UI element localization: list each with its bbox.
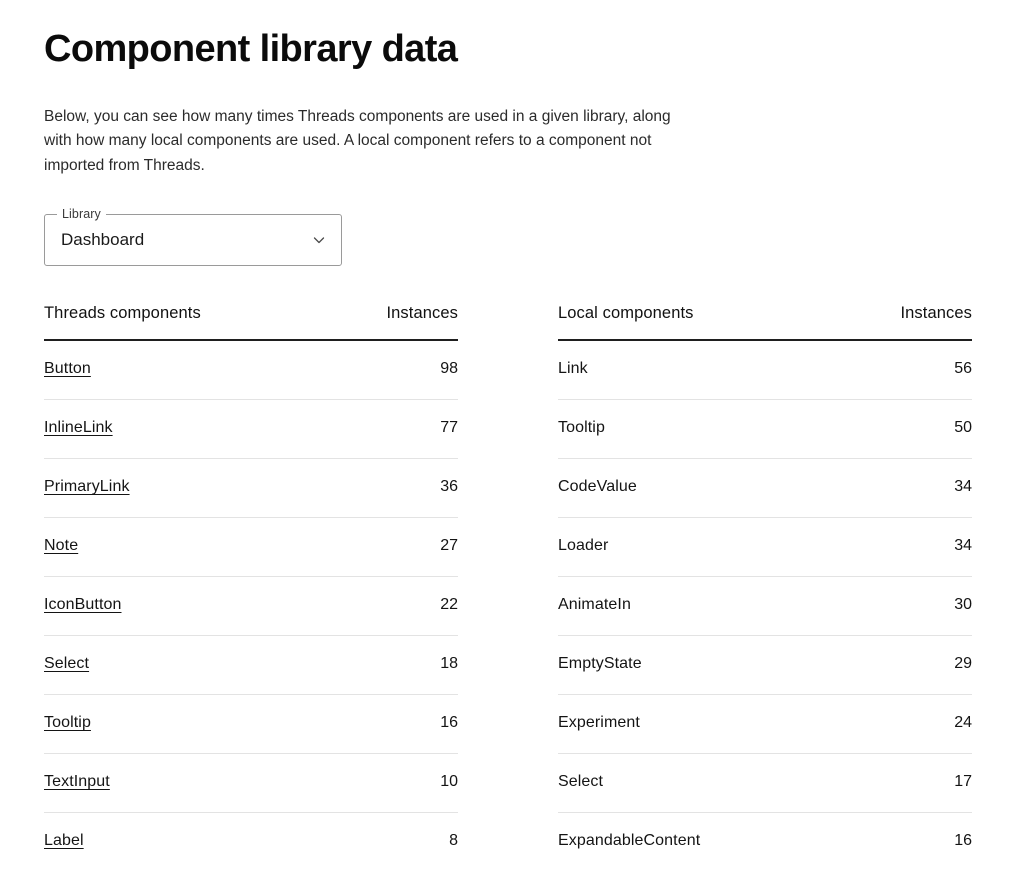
column-header-name: Threads components (44, 304, 201, 323)
table-row: Label 8 (44, 813, 458, 872)
instance-count: 18 (440, 655, 458, 673)
library-select-value: Dashboard (61, 230, 145, 250)
table-row: TextInput 10 (44, 754, 458, 814)
table-row: Note 27 (44, 518, 458, 578)
component-link[interactable]: PrimaryLink (44, 478, 130, 496)
instance-count: 36 (440, 478, 458, 496)
component-name: Loader (558, 537, 609, 555)
column-header-instances: Instances (900, 304, 972, 323)
table-body: Link 56 Tooltip 50 CodeValue 34 Loader 3… (558, 341, 972, 872)
instance-count: 30 (954, 596, 972, 614)
instance-count: 16 (954, 832, 972, 850)
table-row: InlineLink 77 (44, 400, 458, 460)
instance-count: 56 (954, 360, 972, 378)
instance-count: 34 (954, 537, 972, 555)
tables-container: Threads components Instances Button 98 I… (44, 304, 980, 872)
component-name: EmptyState (558, 655, 642, 673)
table-body: Button 98 InlineLink 77 PrimaryLink 36 N… (44, 341, 458, 872)
table-row: CodeValue 34 (558, 459, 972, 519)
library-select-wrapper: Library Dashboard (44, 207, 342, 267)
table-row: PrimaryLink 36 (44, 459, 458, 519)
table-row: Button 98 (44, 341, 458, 401)
instance-count: 50 (954, 419, 972, 437)
component-link[interactable]: Select (44, 655, 89, 673)
library-select-label: Library (57, 207, 106, 222)
instance-count: 22 (440, 596, 458, 614)
local-components-table: Local components Instances Link 56 Toolt… (558, 304, 972, 872)
table-row: Select 17 (558, 754, 972, 814)
table-header: Local components Instances (558, 304, 972, 342)
component-name: AnimateIn (558, 596, 631, 614)
component-link[interactable]: Button (44, 360, 91, 378)
component-name: Tooltip (558, 419, 605, 437)
table-row: IconButton 22 (44, 577, 458, 637)
component-link[interactable]: TextInput (44, 773, 110, 791)
instance-count: 17 (954, 773, 972, 791)
page-description: Below, you can see how many times Thread… (44, 107, 671, 174)
table-row: EmptyState 29 (558, 636, 972, 696)
instance-count: 24 (954, 714, 972, 732)
table-row: Experiment 24 (558, 695, 972, 755)
table-row: Link 56 (558, 341, 972, 401)
column-header-instances: Instances (386, 304, 458, 323)
component-name: Link (558, 360, 588, 378)
component-name: ExpandableContent (558, 832, 701, 850)
component-link[interactable]: Label (44, 832, 84, 850)
component-link[interactable]: IconButton (44, 596, 122, 614)
column-header-name: Local components (558, 304, 694, 323)
instance-count: 27 (440, 537, 458, 555)
instance-count: 29 (954, 655, 972, 673)
table-row: ExpandableContent 16 (558, 813, 972, 872)
component-name: Select (558, 773, 604, 791)
table-row: Tooltip 16 (44, 695, 458, 755)
library-select[interactable]: Library Dashboard (44, 207, 342, 267)
chevron-down-icon (311, 232, 327, 248)
instance-count: 34 (954, 478, 972, 496)
page-root: Component library data Below, you can se… (0, 0, 1024, 872)
table-row: AnimateIn 30 (558, 577, 972, 637)
component-name: CodeValue (558, 478, 637, 496)
table-header: Threads components Instances (44, 304, 458, 342)
instance-count: 10 (440, 773, 458, 791)
table-row: Tooltip 50 (558, 400, 972, 460)
component-name: Experiment (558, 714, 640, 732)
instance-count: 98 (440, 360, 458, 378)
component-link[interactable]: Tooltip (44, 714, 91, 732)
instance-count: 16 (440, 714, 458, 732)
table-row: Select 18 (44, 636, 458, 696)
threads-components-table: Threads components Instances Button 98 I… (44, 304, 458, 872)
instance-count: 8 (449, 832, 458, 850)
table-row: Loader 34 (558, 518, 972, 578)
instance-count: 77 (440, 419, 458, 437)
component-link[interactable]: Note (44, 537, 78, 555)
component-link[interactable]: InlineLink (44, 419, 113, 437)
page-title: Component library data (44, 28, 458, 70)
